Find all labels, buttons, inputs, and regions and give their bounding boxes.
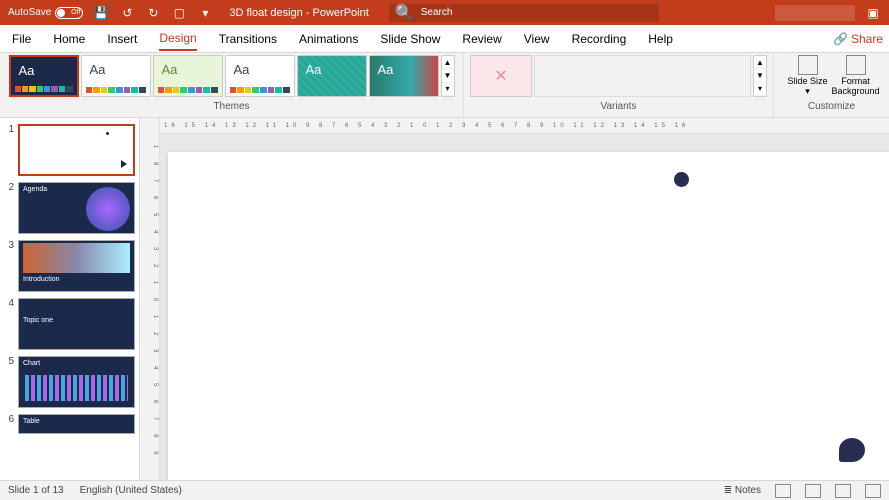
- thumbnail-2[interactable]: Agenda: [18, 182, 135, 234]
- scroll-up-icon[interactable]: ▲: [754, 56, 766, 69]
- theme-swatch: [15, 86, 73, 92]
- autosave-switch[interactable]: Off: [55, 7, 83, 19]
- search-box[interactable]: 🔍: [389, 4, 659, 22]
- workspace: 1 2Agenda 3Introduction 4Topic one 5Char…: [0, 118, 889, 480]
- thumb-num: 5: [4, 356, 14, 408]
- scroll-down-icon[interactable]: ▼: [754, 69, 766, 82]
- tab-recording[interactable]: Recording: [572, 28, 627, 50]
- notes-button[interactable]: ≣ Notes: [724, 485, 761, 496]
- thumbnail-1[interactable]: [18, 124, 135, 176]
- scroll-down-icon[interactable]: ▼: [442, 69, 454, 82]
- thumb-num: 6: [4, 414, 14, 434]
- variant-card-1[interactable]: ✕: [470, 55, 532, 97]
- theme-card-1[interactable]: Aa: [9, 55, 79, 97]
- account-area[interactable]: [775, 5, 855, 21]
- canvas-area: 16 15 14 13 12 11 10 9 8 7 6 5 4 3 2 1 0…: [160, 118, 889, 480]
- variant-gallery-scroll[interactable]: ▲▼▾: [753, 55, 767, 97]
- titlebar-right: ▣: [775, 5, 881, 21]
- titlebar: AutoSave Off 💾 ↺ ↻ ▢ ▾ 3D float design -…: [0, 0, 889, 25]
- thumb-num: 1: [4, 124, 14, 176]
- theme-swatch: [230, 87, 290, 93]
- themes-group: Aa Aa Aa Aa Aa Aa ▲▼▾ Themes: [0, 53, 463, 117]
- present-icon[interactable]: ▢: [171, 5, 187, 21]
- theme-card-5[interactable]: Aa: [297, 55, 367, 97]
- thumbnail-5[interactable]: Chart: [18, 356, 135, 408]
- theme-gallery: Aa Aa Aa Aa Aa Aa ▲▼▾: [9, 55, 455, 97]
- variant-spacer: [534, 55, 751, 97]
- autosave-toggle[interactable]: AutoSave Off: [8, 7, 83, 19]
- tab-insert[interactable]: Insert: [107, 28, 137, 50]
- tab-help[interactable]: Help: [648, 28, 673, 50]
- theme-swatch: [86, 87, 146, 93]
- tab-review[interactable]: Review: [462, 28, 501, 50]
- shape-circle[interactable]: [674, 172, 689, 187]
- slide-thumbnails-panel[interactable]: 1 2Agenda 3Introduction 4Topic one 5Char…: [0, 118, 140, 480]
- share-button[interactable]: 🔗 Share: [833, 32, 883, 46]
- tab-view[interactable]: View: [524, 28, 550, 50]
- theme-card-3[interactable]: Aa: [153, 55, 223, 97]
- scroll-up-icon[interactable]: ▲: [442, 56, 454, 69]
- themes-label: Themes: [213, 101, 249, 112]
- slide-size-button[interactable]: Slide Size▾: [786, 55, 830, 97]
- ribbon-content: Aa Aa Aa Aa Aa Aa ▲▼▾ Themes ✕ ▲▼▾ Varia…: [0, 53, 889, 118]
- variants-group: ✕ ▲▼▾ Variants: [463, 53, 773, 117]
- ribbon-display-icon[interactable]: ▣: [865, 5, 881, 21]
- undo-icon[interactable]: ↺: [119, 5, 135, 21]
- search-input[interactable]: [421, 7, 653, 18]
- thumbnail-3[interactable]: Introduction: [18, 240, 135, 292]
- theme-gallery-scroll[interactable]: ▲▼▾: [441, 55, 455, 97]
- theme-card-2[interactable]: Aa: [81, 55, 151, 97]
- format-bg-icon: [846, 55, 866, 75]
- tab-file[interactable]: File: [12, 28, 31, 50]
- thumb-num: 2: [4, 182, 14, 234]
- status-language[interactable]: English (United States): [80, 485, 182, 496]
- slide-canvas[interactable]: [168, 152, 889, 480]
- tab-transitions[interactable]: Transitions: [219, 28, 277, 50]
- slide-size-icon: [798, 55, 818, 75]
- gallery-more-icon[interactable]: ▾: [442, 83, 454, 96]
- statusbar: Slide 1 of 13 English (United States) ≣ …: [0, 480, 889, 500]
- thumbnail-6[interactable]: Table: [18, 414, 135, 434]
- variant-gallery: ✕ ▲▼▾: [470, 55, 767, 97]
- thumb-num: 4: [4, 298, 14, 350]
- ribbon-tabs: File Home Insert Design Transitions Anim…: [0, 25, 889, 53]
- theme-card-4[interactable]: Aa: [225, 55, 295, 97]
- normal-view-icon[interactable]: [775, 484, 791, 498]
- reading-view-icon[interactable]: [835, 484, 851, 498]
- tab-slideshow[interactable]: Slide Show: [380, 28, 440, 50]
- tab-animations[interactable]: Animations: [299, 28, 358, 50]
- document-title: 3D float design - PowerPoint: [229, 7, 368, 19]
- format-background-button[interactable]: Format Background: [834, 55, 878, 97]
- thumbnail-4[interactable]: Topic one: [18, 298, 135, 350]
- horizontal-ruler: 16 15 14 13 12 11 10 9 8 7 6 5 4 3 2 1 0…: [160, 118, 889, 134]
- tab-design[interactable]: Design: [159, 27, 196, 51]
- vertical-ruler: 1 8 7 6 5 4 3 2 1 0 1 2 3 4 5 6 7 8 9: [140, 118, 160, 480]
- slideshow-view-icon[interactable]: [865, 484, 881, 498]
- autosave-label: AutoSave: [8, 7, 51, 18]
- slide-viewport[interactable]: [160, 134, 889, 480]
- gallery-more-icon[interactable]: ▾: [754, 83, 766, 96]
- customize-label: Customize: [808, 101, 855, 112]
- tab-home[interactable]: Home: [53, 28, 85, 50]
- redo-icon[interactable]: ↻: [145, 5, 161, 21]
- variants-label: Variants: [601, 101, 637, 112]
- theme-swatch: [158, 87, 218, 93]
- search-icon: 🔍: [395, 3, 415, 23]
- shape-blob[interactable]: [839, 438, 865, 462]
- thumb-num: 3: [4, 240, 14, 292]
- save-icon[interactable]: 💾: [93, 5, 109, 21]
- customize-group: Slide Size▾ Format Background Customize: [773, 53, 889, 117]
- theme-card-6[interactable]: Aa: [369, 55, 439, 97]
- status-slide: Slide 1 of 13: [8, 485, 64, 496]
- qat-more-icon[interactable]: ▾: [197, 5, 213, 21]
- sorter-view-icon[interactable]: [805, 484, 821, 498]
